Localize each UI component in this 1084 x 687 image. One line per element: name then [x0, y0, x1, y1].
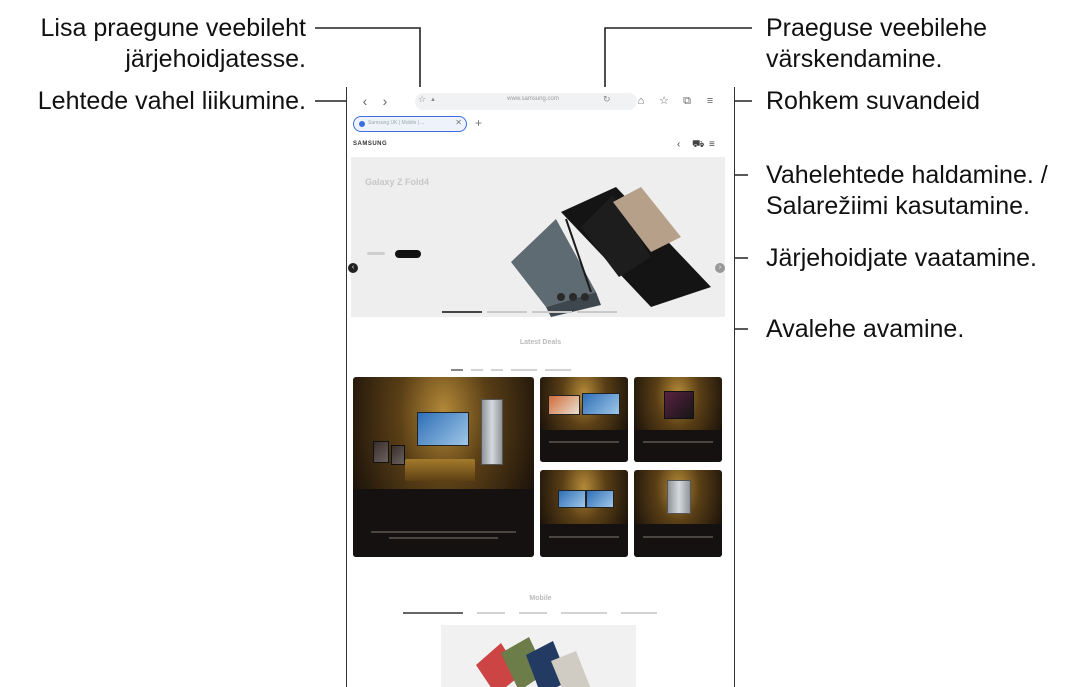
fridge-image — [667, 480, 691, 514]
chevron-right-icon: › — [382, 93, 388, 109]
phone-image — [373, 441, 389, 463]
url-text: www.samsung.com — [507, 96, 559, 102]
card-caption — [548, 536, 620, 538]
menu-button[interactable]: ≡ — [703, 94, 717, 108]
callout-refresh-line1: Praeguse veebilehe — [766, 14, 987, 42]
mobile-category-tab[interactable] — [403, 612, 463, 614]
deals-category-tab[interactable] — [471, 369, 483, 371]
tabs-button[interactable]: ⧉ — [680, 94, 694, 108]
card-footer — [634, 429, 722, 462]
star-icon: ☆ — [418, 94, 427, 104]
card-caption — [389, 537, 498, 539]
deal-card[interactable] — [540, 470, 628, 557]
back-button[interactable]: ‹ — [357, 93, 373, 109]
card-footer — [540, 523, 628, 557]
deal-card[interactable] — [634, 377, 722, 462]
chevron-left-icon: ‹ — [362, 93, 368, 109]
home-icon: ⌂ — [637, 95, 645, 107]
hero-banner[interactable]: Galaxy Z Fold4 — [351, 157, 725, 317]
menu-icon: ≡ — [706, 95, 714, 107]
card-footer — [634, 523, 722, 557]
mobile-promo-image[interactable] — [441, 625, 636, 687]
carousel-pager-active[interactable] — [442, 311, 482, 313]
callout-tabs-line2: Salarežiimi kasutamine. — [766, 192, 1030, 220]
callout-navigate: Lehtede vahel liikumine. — [37, 87, 306, 115]
fridge-image — [481, 399, 503, 465]
bookmarks-button[interactable]: ☆ — [657, 94, 671, 108]
tv-image — [417, 412, 469, 446]
card-caption — [642, 536, 714, 538]
browser-tab[interactable]: Samsung UK | Mobile | ... ✕ — [353, 116, 467, 132]
tab-title: Samsung UK | Mobile | ... — [368, 120, 425, 126]
tablet-image — [664, 391, 694, 419]
monitor-image — [582, 393, 620, 415]
mobile-category-tab[interactable] — [477, 612, 505, 614]
carousel-next-button[interactable]: › — [715, 263, 725, 273]
flip-phones-image — [476, 637, 591, 687]
new-tab-button[interactable]: + — [475, 116, 482, 130]
favicon-icon — [359, 121, 365, 127]
fold-phone-image — [511, 187, 711, 317]
deal-card[interactable] — [540, 377, 628, 462]
carousel-prev-button[interactable]: ‹ — [348, 263, 358, 273]
close-tab-button[interactable]: ✕ — [455, 118, 462, 127]
latest-deals-title: Latest Deals — [519, 339, 562, 346]
browser-toolbar: ‹ › ☆ ▲ www.samsung.com ↻ ⌂ ☆ ⧉ ≡ — [347, 87, 734, 115]
forward-button[interactable]: › — [377, 93, 393, 109]
carousel-pager[interactable] — [532, 311, 572, 313]
site-menu-icon[interactable]: ≡ — [709, 139, 715, 150]
add-bookmark-button[interactable]: ☆ — [418, 94, 426, 105]
callout-more-options: Rohkem suvandeid — [766, 87, 981, 115]
address-bar[interactable]: ☆ ▲ www.samsung.com ↻ — [415, 93, 637, 110]
refresh-button[interactable]: ↻ — [603, 94, 611, 105]
mobile-category-tab[interactable] — [561, 612, 607, 614]
phone-image — [391, 445, 405, 465]
tablet-image — [586, 490, 614, 508]
card-caption — [642, 441, 714, 443]
carousel-pager[interactable] — [487, 311, 527, 313]
deal-card[interactable] — [634, 470, 722, 557]
callout-home: Avalehe avamine. — [766, 315, 965, 343]
callout-tabs-line1: Vahelehtede haldamine. / — [766, 161, 1048, 189]
card-footer — [540, 429, 628, 462]
tabs-icon: ⧉ — [683, 95, 691, 107]
callout-tabs: Vahelehtede haldamine. / Salarežiimi kas… — [766, 160, 1048, 222]
callout-refresh-line2: värskendamine. — [766, 45, 943, 73]
search-icon[interactable]: ‹ — [677, 139, 680, 150]
tab-strip: Samsung UK | Mobile | ... ✕ + — [347, 115, 734, 133]
callout-refresh: Praeguse veebilehe värskendamine. — [766, 13, 987, 75]
mobile-section-title: Mobile — [529, 595, 552, 602]
callout-add-bookmark-line2: järjehoidjatesse. — [125, 45, 306, 73]
monitor-image — [548, 395, 580, 415]
deals-category-tab[interactable] — [511, 369, 537, 371]
card-caption — [548, 441, 620, 443]
deals-category-tab[interactable] — [451, 369, 463, 371]
site-logo[interactable]: SAMSUNG — [353, 141, 387, 147]
carousel-pager[interactable] — [577, 311, 617, 313]
tablet-screen: ‹ › ☆ ▲ www.samsung.com ↻ ⌂ ☆ ⧉ ≡ Samsun… — [346, 87, 735, 687]
mobile-category-tab[interactable] — [519, 612, 547, 614]
callout-view-bookmarks: Järjehoidjate vaatamine. — [766, 244, 1037, 272]
home-button[interactable]: ⌂ — [634, 94, 648, 108]
tablet-image — [558, 490, 586, 508]
deals-category-tab[interactable] — [545, 369, 571, 371]
lock-icon: ▲ — [430, 97, 436, 103]
deals-category-tab[interactable] — [491, 369, 503, 371]
bookmark-star-icon: ☆ — [659, 95, 669, 107]
deal-card-large[interactable] — [353, 377, 534, 557]
pedestal — [405, 459, 475, 481]
refresh-icon: ↻ — [603, 94, 611, 104]
card-caption — [371, 531, 516, 533]
mobile-category-tab[interactable] — [621, 612, 657, 614]
site-header: SAMSUNG ‹ ⛟ ≡ — [347, 137, 734, 155]
card-footer — [353, 488, 534, 557]
callout-add-bookmark-line1: Lisa praegune veebileht — [40, 14, 306, 42]
callout-add-bookmark: Lisa praegune veebileht järjehoidjatesse… — [0, 13, 306, 75]
cart-icon[interactable]: ⛟ — [692, 139, 705, 152]
